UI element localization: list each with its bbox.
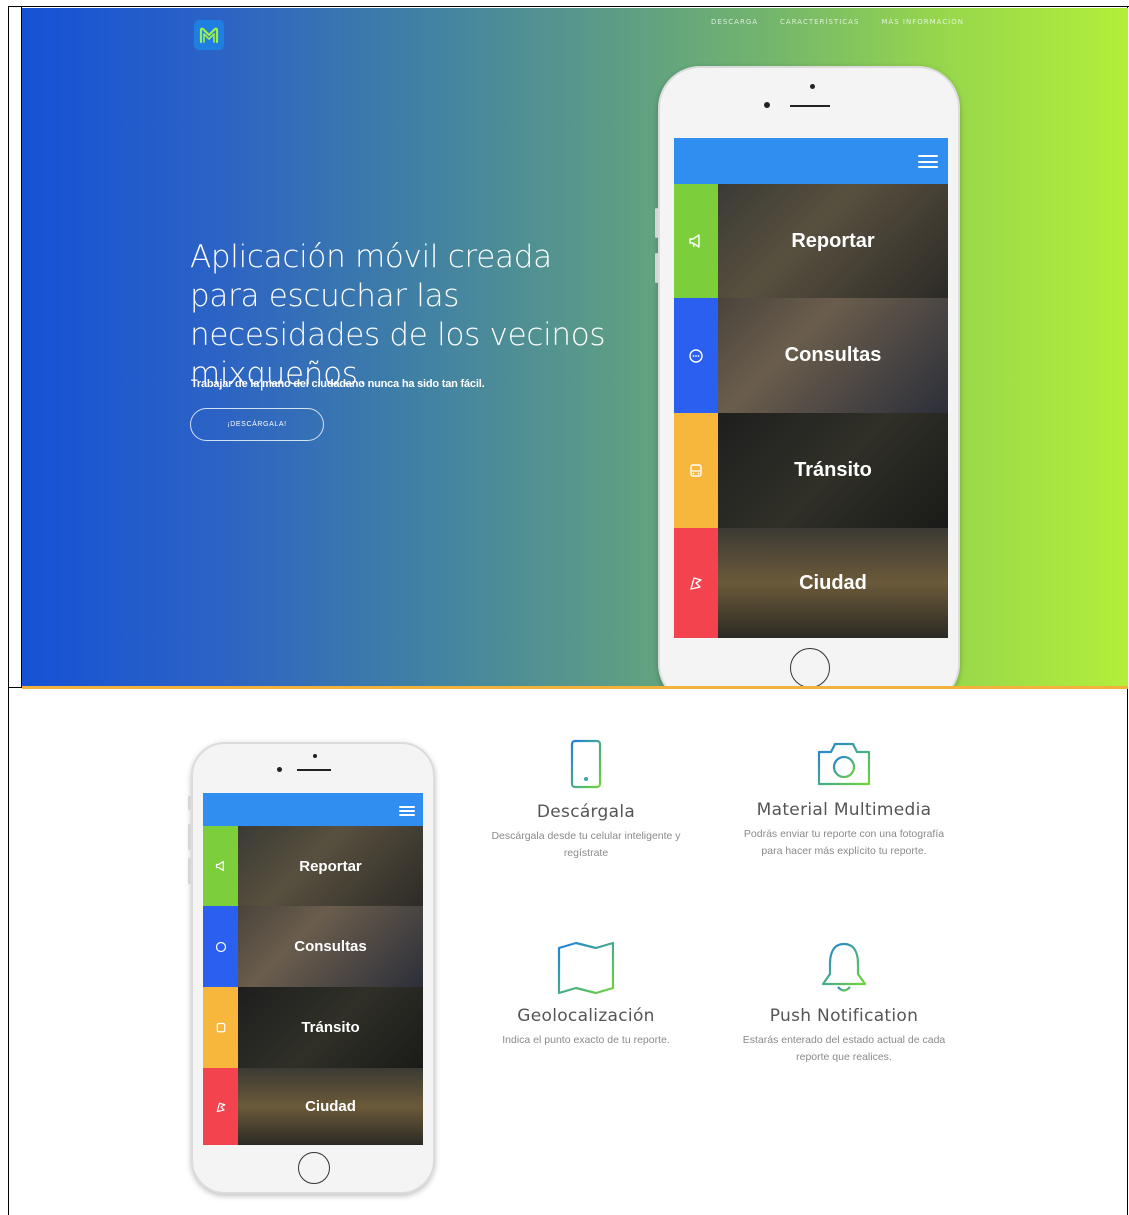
phone-side-button bbox=[188, 858, 191, 884]
chat-icon bbox=[203, 906, 238, 987]
flag-icon bbox=[674, 528, 718, 638]
phone-sensor bbox=[810, 84, 815, 89]
menu-label-ciudad: Ciudad bbox=[238, 1068, 423, 1145]
hero-phone-mockup: Reportar Consultas Tránsito Ciudad bbox=[655, 66, 960, 688]
megaphone-icon bbox=[674, 184, 718, 298]
menu-item-transito[interactable]: Tránsito bbox=[203, 987, 423, 1068]
chat-icon bbox=[674, 298, 718, 413]
phone-home-button[interactable] bbox=[790, 648, 830, 688]
m-logo-icon[interactable] bbox=[194, 20, 224, 50]
phone-sensor bbox=[313, 754, 317, 758]
bus-icon bbox=[674, 413, 718, 528]
menu-label-transito: Tránsito bbox=[718, 413, 948, 528]
hero-bottom-divider bbox=[22, 686, 1128, 689]
frame-divider-line bbox=[8, 687, 22, 688]
features-phone-mockup: Reportar Consultas Tránsito Ciudad bbox=[188, 742, 435, 1194]
menu-item-ciudad[interactable]: Ciudad bbox=[203, 1068, 423, 1145]
megaphone-icon bbox=[203, 826, 238, 906]
hero-section: DESCARGA CARACTERÍSTICAS MÁS INFORMACIÓN… bbox=[22, 8, 1128, 688]
smartphone-icon bbox=[570, 739, 602, 789]
app-header-bar bbox=[674, 138, 948, 184]
camera-icon bbox=[817, 742, 871, 786]
menu-label-consultas: Consultas bbox=[718, 298, 948, 413]
hero-subtitle: Trabajar de la mano del ciudadano nunca … bbox=[191, 378, 485, 390]
feature-title: Geolocalización bbox=[517, 1006, 655, 1026]
hero-title: Aplicación móvil creada para escuchar la… bbox=[190, 239, 606, 392]
phone-side-button bbox=[655, 253, 658, 283]
phone-side-button bbox=[188, 796, 191, 810]
frame-top-line bbox=[8, 6, 1129, 7]
phone-speaker bbox=[297, 769, 331, 771]
download-button[interactable]: ¡DESCÁRGALA! bbox=[190, 408, 324, 441]
menu-label-ciudad: Ciudad bbox=[718, 528, 948, 638]
feature-title: Descárgala bbox=[536, 802, 636, 822]
app-header-bar bbox=[203, 793, 423, 826]
menu-item-transito[interactable]: Tránsito bbox=[674, 413, 948, 528]
menu-label-consultas: Consultas bbox=[238, 906, 423, 987]
map-icon bbox=[557, 941, 615, 995]
frame-left-line bbox=[8, 6, 9, 1215]
menu-label-transito: Tránsito bbox=[238, 987, 423, 1068]
feature-title: Push Notification bbox=[769, 1006, 919, 1026]
nav-item-caracteristicas[interactable]: CARACTERÍSTICAS bbox=[780, 18, 859, 26]
menu-item-reportar[interactable]: Reportar bbox=[674, 184, 948, 298]
feature-descargala: Descárgala Descárgala desde tu celular i… bbox=[466, 738, 706, 862]
phone-speaker bbox=[790, 105, 830, 107]
nav-item-mas-informacion[interactable]: MÁS INFORMACIÓN bbox=[881, 18, 964, 26]
menu-item-ciudad[interactable]: Ciudad bbox=[674, 528, 948, 638]
hamburger-menu-icon[interactable] bbox=[918, 155, 938, 168]
feature-geolocalizacion: Geolocalización Indica el punto exacto d… bbox=[466, 940, 706, 1049]
flag-icon bbox=[203, 1068, 238, 1145]
phone-home-button[interactable] bbox=[298, 1152, 330, 1184]
menu-label-reportar: Reportar bbox=[238, 826, 423, 906]
top-navigation: DESCARGA CARACTERÍSTICAS MÁS INFORMACIÓN bbox=[711, 18, 964, 26]
phone-camera bbox=[277, 767, 282, 772]
phone-camera bbox=[764, 102, 770, 108]
feature-material-multimedia: Material Multimedia Podrás enviar tu rep… bbox=[730, 738, 958, 860]
phone-side-button bbox=[188, 824, 191, 850]
feature-title: Material Multimedia bbox=[756, 800, 932, 820]
feature-description: Descárgala desde tu celular inteligente … bbox=[491, 830, 681, 859]
phone-side-button bbox=[655, 208, 658, 238]
menu-label-reportar: Reportar bbox=[718, 184, 948, 298]
bus-icon bbox=[203, 987, 238, 1068]
hamburger-menu-icon[interactable] bbox=[399, 806, 415, 816]
app-screen: Reportar Consultas Tránsito Ciudad bbox=[203, 793, 423, 1145]
feature-push-notification: Push Notification Estarás enterado del e… bbox=[730, 940, 958, 1066]
feature-description: Podrás enviar tu reporte con una fotogra… bbox=[743, 828, 945, 857]
menu-item-consultas[interactable]: Consultas bbox=[203, 906, 423, 987]
menu-item-consultas[interactable]: Consultas bbox=[674, 298, 948, 413]
app-screen: Reportar Consultas Tránsito Ciudad bbox=[674, 138, 948, 638]
feature-description: Indica el punto exacto de tu reporte. bbox=[502, 1034, 670, 1046]
menu-item-reportar[interactable]: Reportar bbox=[203, 826, 423, 906]
bell-icon bbox=[821, 942, 867, 992]
nav-item-descarga[interactable]: DESCARGA bbox=[711, 18, 758, 26]
feature-description: Estarás enterado del estado actual de ca… bbox=[742, 1034, 946, 1063]
